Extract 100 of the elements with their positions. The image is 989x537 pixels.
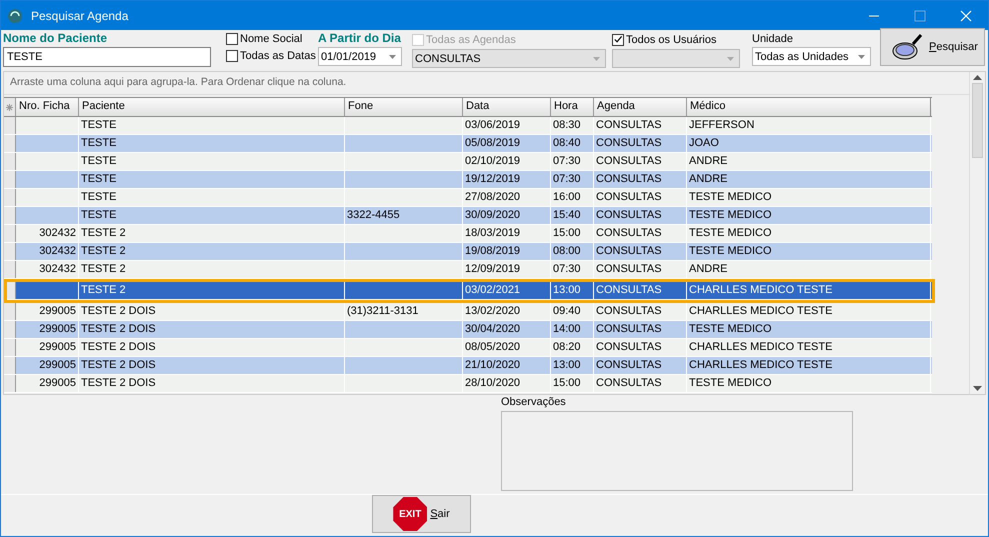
unit-dropdown[interactable]: Todas as Unidades: [752, 47, 871, 66]
table-cell: 05/08/2019: [463, 135, 551, 152]
checkbox[interactable]: Nome Social: [226, 31, 318, 46]
table-row[interactable]: 299005 TESTE 2 DOIS 28/10/2020 15:00 CONSULTAS TESTE MEDICO: [4, 375, 932, 393]
table-cell: 15:00: [551, 225, 594, 242]
row-indicator[interactable]: [4, 153, 16, 170]
row-indicator[interactable]: [4, 321, 16, 338]
table-cell: TESTE 2: [79, 261, 345, 278]
table-cell: ANDRE: [687, 261, 931, 278]
table-row[interactable]: 302432 TESTE 2 12/09/2019 07:30 CONSULTAS ANDRE: [4, 261, 932, 279]
table-cell: 3322-4455: [345, 207, 463, 224]
magnifier-icon: [891, 32, 925, 62]
table-cell: 299005: [16, 339, 79, 356]
row-indicator[interactable]: [4, 171, 16, 188]
column-header[interactable]: Fone: [345, 98, 463, 116]
caret-icon: [727, 56, 734, 60]
row-indicator[interactable]: [4, 225, 16, 242]
row-indicator[interactable]: [4, 243, 16, 260]
table-cell: TESTE 2 DOIS: [79, 357, 345, 374]
table-cell: TESTE MEDICO: [687, 225, 931, 242]
table-cell: JEFFERSON: [687, 117, 931, 134]
caret-icon: [858, 54, 865, 58]
table-cell: CONSULTAS: [594, 171, 687, 188]
column-header[interactable]: Data: [463, 98, 551, 116]
patient-name-field[interactable]: TESTE: [3, 47, 211, 67]
table-row[interactable]: TESTE 03/06/2019 08:30 CONSULTAS JEFFERSON: [4, 117, 932, 135]
row-indicator[interactable]: [4, 261, 16, 278]
row-indicator[interactable]: [7, 282, 16, 299]
table-cell: CONSULTAS: [594, 207, 687, 224]
field-label: Nome do Paciente: [3, 31, 108, 45]
row-indicator[interactable]: [4, 207, 16, 224]
table-cell: CONSULTAS: [594, 375, 687, 392]
checkbox[interactable]: Todas as Datas: [226, 48, 318, 63]
table-cell: 21/10/2020: [463, 357, 551, 374]
caret-icon: [389, 54, 396, 58]
table-cell: 299005: [16, 321, 79, 338]
table-cell: 299005: [16, 375, 79, 392]
table-cell: TESTE 2 DOIS: [79, 321, 345, 338]
exit-button[interactable]: EXIT Sair: [372, 495, 471, 533]
table-row[interactable]: 302432 TESTE 2 19/08/2019 08:00 CONSULTAS TESTE MEDICO: [4, 243, 932, 261]
table-row[interactable]: TESTE 05/08/2019 08:40 CONSULTAS JOAO: [4, 135, 932, 153]
table-cell: 12/09/2019: [463, 261, 551, 278]
column-header[interactable]: Agenda: [594, 98, 687, 116]
date-picker[interactable]: 01/01/2019: [318, 47, 402, 66]
table-row[interactable]: 299005 TESTE 2 DOIS 21/10/2020 13:00 CONSULTAS CHARLLES MEDICO TESTE: [4, 357, 932, 375]
table-cell: TESTE MEDICO: [687, 243, 931, 260]
window-title: Pesquisar Agenda: [31, 8, 128, 22]
table-row[interactable]: TESTE 27/08/2020 16:00 CONSULTAS TESTE MEDICO: [4, 189, 932, 207]
table-cell: TESTE: [79, 135, 345, 152]
table-cell: 13:00: [551, 282, 594, 299]
table-row[interactable]: 302432 TESTE 2 18/03/2019 15:00 CONSULTAS TESTE MEDICO: [4, 225, 932, 243]
notes-field[interactable]: [501, 411, 853, 491]
table-cell: CONSULTAS: [594, 225, 687, 242]
table-cell: CONSULTAS: [594, 321, 687, 338]
table-cell: TESTE 2 DOIS: [79, 375, 345, 392]
table-cell: 19/12/2019: [463, 171, 551, 188]
table-row[interactable]: TESTE 19/12/2019 07:30 CONSULTAS ANDRE: [4, 171, 932, 189]
table-cell: 08:00: [551, 243, 594, 260]
table-cell: 07:30: [551, 171, 594, 188]
table-cell: 15:40: [551, 207, 594, 224]
close-icon[interactable]: [960, 10, 972, 22]
user-dropdown[interactable]: [612, 49, 740, 68]
maximize-icon[interactable]: [914, 10, 926, 22]
field-label: Unidade: [752, 33, 794, 45]
table-cell: CONSULTAS: [594, 282, 687, 299]
search-button[interactable]: Pesquisar: [880, 28, 985, 66]
app-icon: [7, 8, 23, 24]
table-row[interactable]: 299005 TESTE 2 DOIS 30/04/2020 14:00 CONSULTAS TESTE MEDICO: [4, 321, 932, 339]
scroll-thumb[interactable]: [972, 83, 983, 158]
table-cell: 02/10/2019: [463, 153, 551, 170]
table-cell: TESTE 2: [79, 282, 345, 299]
scrollbar[interactable]: [969, 72, 985, 394]
table-row[interactable]: TESTE 02/10/2019 07:30 CONSULTAS ANDRE: [4, 153, 932, 171]
table-cell: TESTE: [79, 153, 345, 170]
table-row[interactable]: TESTE 2 03/02/2021 13:00 CONSULTAS CHARLLES MEDICO TESTE: [7, 282, 932, 300]
row-indicator[interactable]: [4, 357, 16, 374]
scroll-up-icon[interactable]: [973, 75, 982, 80]
row-indicator[interactable]: [4, 117, 16, 134]
row-indicator[interactable]: [4, 303, 16, 320]
table-cell: 16:00: [551, 189, 594, 206]
table-cell: TESTE 2: [79, 225, 345, 242]
row-indicator[interactable]: [4, 375, 16, 392]
row-indicator[interactable]: [4, 189, 16, 206]
column-header[interactable]: Paciente: [79, 98, 345, 116]
table-cell: 09:40: [551, 303, 594, 320]
row-indicator[interactable]: [4, 339, 16, 356]
table-row[interactable]: 299005 TESTE 2 DOIS 08/05/2020 08:20 CONSULTAS CHARLLES MEDICO TESTE: [4, 339, 932, 357]
row-indicator[interactable]: [4, 135, 16, 152]
table-row[interactable]: TESTE 3322-4455 30/09/2020 15:40 CONSULTAS TESTE MEDICO: [4, 207, 932, 225]
table-cell: 15:00: [551, 375, 594, 392]
scroll-down-icon[interactable]: [973, 386, 982, 391]
table-cell: CONSULTAS: [594, 135, 687, 152]
table-cell: 08/05/2020: [463, 339, 551, 356]
table-cell: CONSULTAS: [594, 189, 687, 206]
checkbox[interactable]: Todos os Usuários: [612, 32, 752, 47]
table-cell: CONSULTAS: [594, 243, 687, 260]
column-header[interactable]: Hora: [551, 98, 594, 116]
column-header[interactable]: Nro. Ficha: [16, 98, 79, 116]
table-row[interactable]: 299005 TESTE 2 DOIS (31)3211-3131 13/02/2020 09:40 CONSULTAS CHARLLES MEDICO TESTE: [4, 303, 932, 321]
column-header[interactable]: Médico: [687, 98, 931, 116]
